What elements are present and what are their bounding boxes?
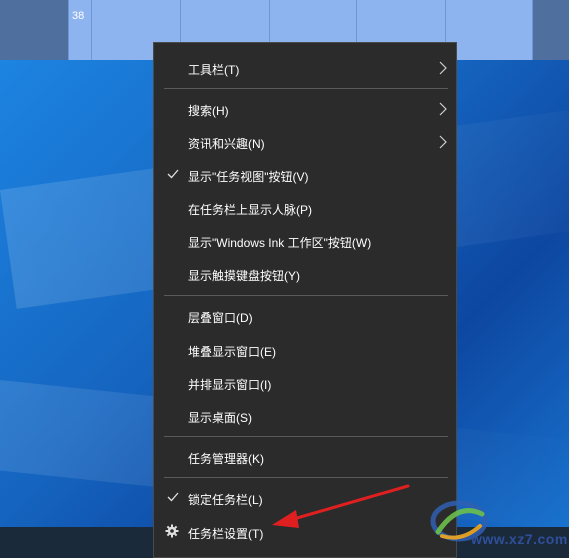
menu-item-label: 堆叠显示窗口(E) — [188, 345, 276, 359]
thumbnail-preview[interactable] — [0, 0, 69, 60]
chevron-right-icon — [439, 102, 447, 116]
menu-item-toolbars[interactable]: 工具栏(T) — [154, 53, 456, 83]
menu-separator — [164, 88, 448, 89]
menu-item-windows-ink[interactable]: 显示"Windows Ink 工作区"按钮(W) — [154, 226, 456, 256]
menu-item-label: 工具栏(T) — [188, 63, 240, 77]
menu-item-stacked-windows[interactable]: 堆叠显示窗口(E) — [154, 335, 456, 365]
menu-item-label: 资讯和兴趣(N) — [188, 137, 265, 151]
menu-item-show-desktop[interactable]: 显示桌面(S) — [154, 401, 456, 431]
chevron-right-icon — [439, 61, 447, 75]
menu-item-label: 显示"任务视图"按钮(V) — [188, 170, 309, 184]
menu-item-label: 搜索(H) — [188, 104, 229, 118]
menu-item-label: 任务栏设置(T) — [188, 527, 264, 541]
menu-item-label: 并排显示窗口(I) — [188, 378, 272, 392]
thumbnail-preview[interactable] — [69, 0, 92, 60]
menu-item-cascade-windows[interactable]: 层叠窗口(D) — [154, 301, 456, 331]
menu-item-label: 锁定任务栏(L) — [188, 493, 263, 507]
menu-item-label: 层叠窗口(D) — [188, 311, 253, 325]
menu-item-label: 显示桌面(S) — [188, 411, 252, 425]
menu-item-taskbar-settings[interactable]: 任务栏设置(T) — [154, 517, 456, 547]
menu-separator — [164, 295, 448, 296]
thumbnail-preview[interactable] — [446, 0, 533, 60]
menu-item-search[interactable]: 搜索(H) — [154, 94, 456, 124]
chevron-right-icon — [439, 135, 447, 149]
taskbar-context-menu: 工具栏(T) 搜索(H) 资讯和兴趣(N) 显示"任务视图"按钮(V) 在任务栏… — [153, 42, 457, 558]
watermark-text: www.xz7.com — [471, 531, 568, 547]
thumbnail-number: 38 — [72, 10, 85, 22]
menu-item-lock-taskbar[interactable]: 锁定任务栏(L) — [154, 483, 456, 513]
menu-item-label: 在任务栏上显示人脉(P) — [188, 203, 312, 217]
thumbnail-preview[interactable] — [533, 0, 569, 60]
menu-separator — [164, 436, 448, 437]
gear-icon — [165, 524, 179, 538]
menu-item-task-view-button[interactable]: 显示"任务视图"按钮(V) — [154, 160, 456, 190]
menu-item-task-manager[interactable]: 任务管理器(K) — [154, 442, 456, 472]
menu-item-side-by-side-windows[interactable]: 并排显示窗口(I) — [154, 368, 456, 398]
menu-item-label: 显示"Windows Ink 工作区"按钮(W) — [188, 236, 372, 250]
menu-item-label: 任务管理器(K) — [188, 452, 264, 466]
checkmark-icon — [167, 169, 179, 179]
menu-item-label: 显示触摸键盘按钮(Y) — [188, 269, 300, 283]
watermark: www.xz7.com — [428, 490, 568, 558]
checkmark-icon — [167, 492, 179, 502]
menu-item-news-and-interests[interactable]: 资讯和兴趣(N) — [154, 127, 456, 157]
menu-item-show-people[interactable]: 在任务栏上显示人脉(P) — [154, 193, 456, 223]
menu-item-touch-keyboard[interactable]: 显示触摸键盘按钮(Y) — [154, 259, 456, 289]
menu-separator — [164, 477, 448, 478]
